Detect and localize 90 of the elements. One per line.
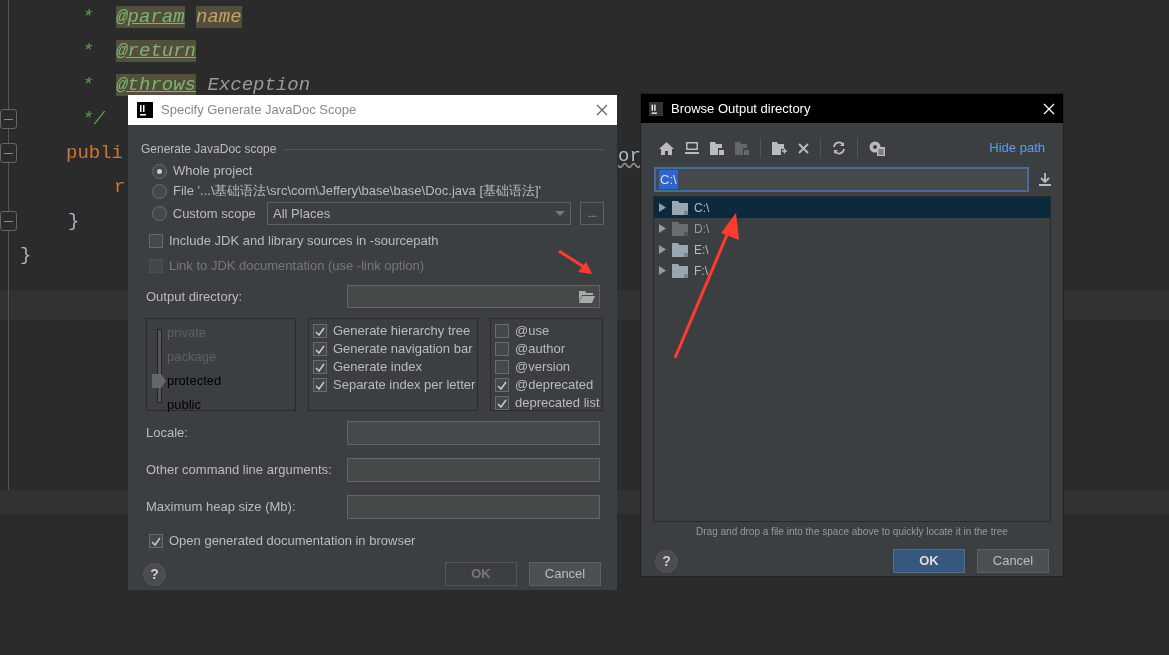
checkbox-label: Generate hierarchy tree [333,322,471,341]
scope-dropdown[interactable]: All Places [267,202,572,225]
annotation-arrow [558,250,594,276]
checkbox-label: Separate index per letter [333,376,476,395]
radio-button[interactable] [152,163,167,179]
checkbox-label: @version [515,358,571,377]
hide-path-link[interactable]: Hide path [989,138,1045,158]
checkbox-label: deprecated list [515,394,600,413]
radio-label: Custom scope [172,204,257,223]
folder-icon[interactable] [579,290,595,303]
checkbox[interactable] [149,534,163,548]
radio-label: Whole project [173,162,253,181]
code-line: */ [82,106,107,132]
checkbox-label: @use [515,322,550,341]
checkbox-label: @deprecated [515,376,594,395]
field-label: Maximum heap size (Mb): [146,498,297,517]
input-field[interactable] [347,421,600,445]
checkbox[interactable] [149,234,163,248]
expand-arrow-icon[interactable] [659,224,666,233]
checkbox[interactable] [313,324,327,338]
fold-icon[interactable] [0,143,17,163]
checkbox-label: Include JDK and library sources in -sourcepath [169,232,439,251]
cancel-button[interactable]: Cancel [977,549,1049,573]
code-line: } [20,242,32,268]
checkbox-label: Generate index [333,358,422,377]
app-logo-icon [649,101,663,116]
ok-button[interactable]: OK [893,549,965,573]
checkbox-label: Open generated documentation in browser [169,532,416,551]
app-logo-icon [137,102,153,118]
slider-thumb[interactable] [152,374,166,388]
level-label: protected [167,372,222,391]
help-button[interactable]: ? [655,549,678,573]
group-title: Generate JavaDoc scope [141,141,277,158]
tree-item[interactable]: D:\ [654,218,1050,239]
checkbox[interactable] [495,396,509,410]
folder-icon[interactable] [710,141,724,155]
checkbox[interactable] [495,324,509,338]
tree-item[interactable]: F:\ [654,260,1050,281]
field-label: Output directory: [146,287,244,306]
field-label: Other command line arguments: [146,461,333,480]
new-folder-icon[interactable] [772,141,787,155]
checkbox-label: @author [515,340,566,359]
help-button[interactable]: ? [143,562,166,586]
field-label: Locale: [146,424,189,443]
drive-folder-icon [672,221,690,236]
radio-label: File '...\基础语法\src\com\Jeffery\base\base\Doc.java [基础语法]' [173,182,542,201]
code-line: publi [66,140,123,166]
checkbox[interactable] [313,342,327,356]
expand-arrow-icon[interactable] [659,245,666,254]
fold-icon[interactable] [0,211,17,231]
output-directory-field[interactable] [347,285,600,308]
checkbox[interactable] [495,342,509,356]
delete-icon[interactable] [798,142,809,154]
fold-icon[interactable] [0,109,17,129]
code-fragment: or [618,143,641,169]
tree-item[interactable]: C:\ [654,197,1050,218]
code-line: * @param name [82,4,242,30]
code-line: r [114,174,126,200]
checkbox[interactable] [313,360,327,374]
input-field[interactable] [347,458,600,482]
code-line: } [68,208,80,234]
checkbox-label: Link to JDK documentation (use -link option) [169,257,425,276]
download-icon[interactable] [1039,173,1051,186]
dialog-title: Specify Generate JavaDoc Scope [161,101,358,120]
tree-item[interactable]: E:\ [654,239,1050,260]
hint-text: Drag and drop a file into the space above to quickly locate it in the tree [696,525,1008,539]
level-label: public [167,396,201,415]
checkbox[interactable] [495,378,509,392]
expand-arrow-icon[interactable] [659,266,666,275]
expand-arrow-icon[interactable] [659,203,666,212]
radio-button[interactable] [152,206,167,221]
drive-folder-icon [672,242,690,257]
dialog-title: Browse Output directory [671,99,812,118]
input-field[interactable] [347,495,600,519]
caret-icon [555,211,566,216]
home-icon[interactable] [659,141,674,155]
checkbox[interactable] [495,360,509,374]
code-line: * @throws Exception [82,72,311,98]
radio-button[interactable] [152,183,167,199]
path-field[interactable]: C:\ [654,167,1029,192]
desktop-icon[interactable] [685,142,699,154]
more-button[interactable]: ... [580,202,604,225]
checkbox[interactable] [313,378,327,392]
refresh-icon[interactable] [832,141,846,155]
code-line: * @return [82,38,197,64]
checkbox-label: Generate navigation bar [333,340,473,359]
drive-folder-icon [672,200,690,215]
cancel-button[interactable]: Cancel [529,562,601,586]
eye-document-icon[interactable] [869,140,885,156]
drive-folder-icon [672,263,690,278]
